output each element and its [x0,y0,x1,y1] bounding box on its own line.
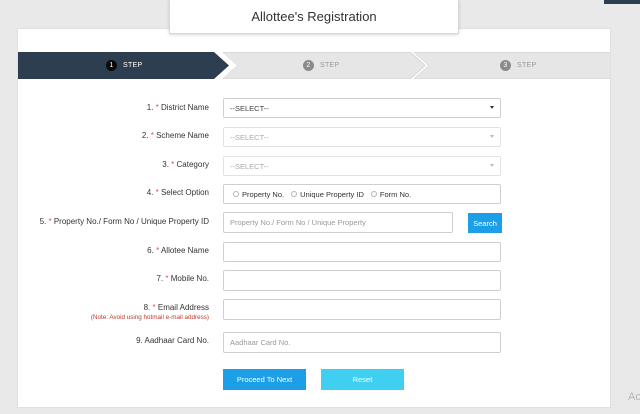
stepper: 1 STEP 2 STEP 3 STEP [18,52,610,79]
step-3-number: 3 [500,60,511,71]
select-option-label: 4. * Select Option [147,188,209,197]
select-option-group: Property No. Unique Property ID Form No. [223,184,501,204]
radio-form-no-label: Form No. [379,189,412,199]
allotee-name-label: 6. * Allotee Name [147,246,209,255]
category-label: 3. * Category [162,160,209,169]
activation-watermark: Ac [628,391,640,403]
scheme-select-value: --SELECT-- [230,132,269,142]
radio-property-no[interactable]: Property No. [233,190,284,199]
radio-unique-property-id-label: Unique Property ID [300,189,364,199]
aadhaar-label: 9. Aadhaar Card No. [136,336,209,345]
scheme-label-text: Scheme Name [156,131,209,140]
chevron-down-icon [490,135,494,138]
email-note: (Note: Avoid using hotmail e-mail addres… [90,314,209,321]
aadhaar-label-text: Aadhaar Card No. [144,336,209,345]
property-input[interactable] [223,212,453,233]
select-option-label-text: Select Option [160,188,209,197]
search-button[interactable]: Search [468,213,502,233]
scheme-label: 2. * Scheme Name [142,131,209,140]
category-label-text: Category [176,160,209,169]
property-number: 5. [39,217,47,226]
email-label-text: Email Address [157,303,209,312]
radio-circle-icon[interactable] [370,191,377,197]
scheme-number: 2. [141,131,149,140]
allotee-name-required-mark: * [156,246,160,255]
select-option-required-mark: * [155,188,159,197]
aadhaar-number: 9. [136,336,143,345]
mobile-input[interactable] [223,270,501,291]
category-required-mark: * [171,160,175,169]
district-select-value: --SELECT-- [230,103,269,113]
mobile-number: 7. [156,274,164,283]
scheme-required-mark: * [150,131,154,140]
radio-unique-property-id[interactable]: Unique Property ID [291,190,364,199]
radio-form-no[interactable]: Form No. [370,189,412,199]
category-select-value: --SELECT-- [230,161,269,171]
email-label: 8. * Email Address [144,303,209,312]
step-1[interactable]: 1 STEP [106,52,142,79]
allotee-name-number: 6. [147,246,154,255]
radio-property-no-label: Property No. [242,189,285,199]
email-input[interactable] [223,299,501,320]
radio-circle-icon[interactable] [233,191,239,197]
radio-circle-icon[interactable] [291,191,298,197]
district-number: 1. [146,103,154,112]
page-title: Allottee's Registration [169,0,459,34]
mobile-label-text: Mobile No. [170,274,209,283]
mobile-required-mark: * [165,274,169,283]
category-number: 3. [162,160,169,169]
property-required-mark: * [48,217,52,226]
step-3[interactable]: 3 STEP [500,52,536,79]
step-3-label: STEP [517,62,537,69]
district-label-text: District Name [160,103,209,112]
step-2-number: 2 [303,60,314,71]
category-select[interactable]: --SELECT-- [223,156,501,176]
aadhaar-input[interactable] [223,332,501,353]
district-select[interactable]: --SELECT-- [223,98,501,118]
chevron-down-icon [490,164,494,167]
chevron-down-icon [490,106,494,109]
allotee-name-input[interactable] [223,242,501,262]
step-2-label: STEP [320,62,340,69]
registration-card: 1 STEP 2 STEP 3 STEP 1. * District Name … [17,28,611,408]
allotee-name-label-text: Allotee Name [160,246,209,255]
select-option-number: 4. [146,188,154,197]
step-1-label: STEP [123,62,143,69]
mobile-label: 7. * Mobile No. [156,274,209,283]
step-1-number: 1 [106,60,117,71]
property-label-text: Property No./ Form No / Unique Property … [53,217,209,226]
district-required-mark: * [155,103,159,112]
district-label: 1. * District Name [147,103,209,112]
email-number: 8. [143,303,151,312]
scheme-select[interactable]: --SELECT-- [223,127,501,147]
reset-button[interactable]: Reset [321,369,404,390]
property-label: 5. * Property No./ Form No / Unique Prop… [40,217,209,226]
step-2[interactable]: 2 STEP [303,52,339,79]
corner-accent [604,0,640,4]
proceed-button[interactable]: Proceed To Next [223,369,306,390]
email-required-mark: * [152,303,156,312]
